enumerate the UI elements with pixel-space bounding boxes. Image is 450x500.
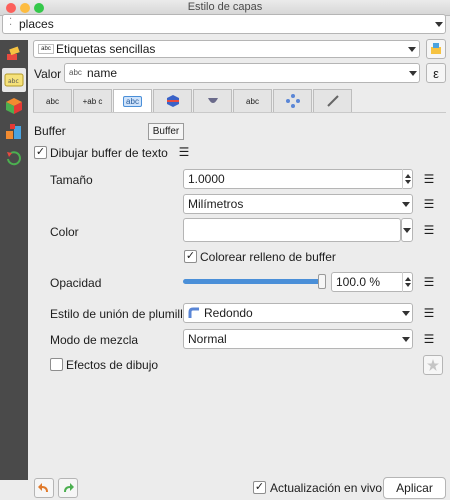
placement-icon [285, 94, 300, 108]
diagram-icon [6, 124, 21, 139]
units-select[interactable]: Milímetros [183, 194, 413, 214]
window-title: Estilo de capas [187, 1, 263, 13]
label-settings-tabs: abc +ab c abc abc [33, 89, 446, 113]
undo-button[interactable] [34, 478, 54, 498]
tab-background[interactable] [153, 89, 192, 113]
renderer-select[interactable]: abc Etiquetas sencillas [33, 40, 420, 58]
opacity-slider-handle[interactable] [318, 274, 326, 289]
tab-formatting[interactable]: +ab c [73, 89, 112, 113]
cube-icon [6, 98, 22, 114]
data-defined-override-icon[interactable]: ☰ [419, 330, 439, 348]
sidebar-item-history[interactable] [2, 146, 26, 170]
size-label: Tamaño [50, 173, 93, 187]
expression-button[interactable]: ε [426, 63, 446, 83]
undo-icon [38, 483, 48, 492]
data-defined-override-icon[interactable]: ☰ [419, 170, 439, 188]
color-menu-button[interactable] [401, 218, 413, 242]
background-icon [166, 95, 179, 107]
section-title: Buffer [34, 124, 66, 138]
history-icon [7, 151, 21, 166]
spin-arrows[interactable] [402, 272, 412, 292]
units-value: Milímetros [188, 197, 244, 211]
layer-select[interactable]: ⁚ places [2, 14, 446, 34]
chevron-down-icon [408, 47, 416, 52]
tab-text[interactable]: abc [33, 89, 72, 113]
chevron-down-icon [402, 202, 410, 207]
renderer-select-value: Etiquetas sencillas [56, 42, 156, 56]
live-update-label: Actualización en vivo [270, 481, 383, 495]
value-field-select[interactable]: abc name [64, 63, 420, 83]
blend-mode-select[interactable]: Normal [183, 329, 413, 349]
sidebar-item-symbology[interactable] [2, 42, 26, 66]
sidebar-item-labels[interactable]: abc [2, 68, 26, 92]
size-value: 1.0000 [188, 172, 225, 186]
value-label: Valor [34, 67, 62, 81]
label-icon: abc [4, 73, 24, 87]
draw-buffer-label: Dibujar buffer de texto [50, 146, 168, 160]
formatting-icon: +ab c [82, 96, 103, 106]
chevron-down-icon [402, 337, 410, 342]
style-sidebar: abc [0, 40, 28, 480]
value-field-value: name [87, 66, 118, 80]
data-defined-override-icon[interactable]: ☰ [419, 195, 439, 213]
color-button[interactable] [183, 218, 401, 242]
data-defined-override-icon[interactable]: ☰ [174, 143, 194, 161]
renderer-badge-icon: abc [38, 44, 54, 54]
redo-button[interactable] [58, 478, 78, 498]
color-fill-checkbox[interactable]: ✓ [184, 250, 197, 263]
redo-icon [64, 483, 74, 492]
tab-tooltip: Buffer [148, 123, 184, 140]
chevron-down-icon [409, 71, 417, 76]
layer-select-value: places [19, 17, 54, 31]
apply-button[interactable]: Aplicar [383, 477, 446, 499]
string-field-icon: abc [69, 68, 82, 77]
paintbrush-icon [7, 46, 20, 60]
save-style-button[interactable] [426, 39, 446, 59]
svg-text:abc: abc [8, 78, 19, 85]
callouts-icon: abc [246, 96, 259, 106]
effects-settings-button[interactable] [423, 355, 443, 375]
opacity-value: 100.0 % [336, 275, 381, 289]
tab-rendering[interactable] [313, 89, 352, 113]
paint-icon [431, 43, 441, 54]
join-style-value: Redondo [204, 306, 253, 320]
rendering-icon [326, 95, 339, 107]
data-defined-override-icon[interactable]: ☰ [419, 273, 439, 291]
opacity-label: Opacidad [50, 276, 102, 290]
tab-buffer[interactable]: abc [113, 89, 152, 113]
join-style-label: Estilo de unión de plumilla [50, 307, 190, 321]
draw-buffer-checkbox[interactable]: ✓ [34, 146, 47, 159]
data-defined-override-icon[interactable]: ☰ [419, 221, 439, 239]
size-spinbox[interactable]: 1.0000 [183, 169, 413, 189]
join-style-select[interactable]: Redondo [183, 303, 413, 323]
opacity-slider-track[interactable] [183, 279, 325, 284]
color-label: Color [50, 225, 79, 239]
blend-mode-label: Modo de mezcla [50, 333, 139, 347]
text-icon: abc [46, 96, 59, 106]
opacity-spinbox[interactable]: 100.0 % [331, 272, 413, 292]
draw-effects-label: Efectos de dibujo [66, 358, 159, 372]
draw-effects-checkbox[interactable] [50, 358, 63, 371]
tab-shadow[interactable] [193, 89, 232, 113]
point-layer-icon: ⁚ [9, 17, 13, 28]
tab-placement[interactable] [273, 89, 312, 113]
buffer-icon: abc [123, 95, 142, 107]
round-join-icon [188, 307, 199, 318]
spin-arrows[interactable] [402, 169, 412, 189]
shadow-icon [207, 98, 218, 103]
data-defined-override-icon[interactable]: ☰ [419, 304, 439, 322]
color-fill-label: Colorear relleno de buffer [200, 250, 336, 264]
sidebar-item-diagrams[interactable] [2, 120, 26, 144]
sidebar-item-3d[interactable] [2, 94, 26, 118]
chevron-down-icon [435, 22, 443, 27]
live-update-checkbox[interactable]: ✓ [253, 481, 266, 494]
chevron-down-icon [402, 311, 410, 316]
blend-mode-value: Normal [188, 332, 227, 346]
tab-callouts[interactable]: abc [233, 89, 272, 113]
chevron-down-icon [403, 228, 411, 233]
star-icon [427, 359, 439, 371]
